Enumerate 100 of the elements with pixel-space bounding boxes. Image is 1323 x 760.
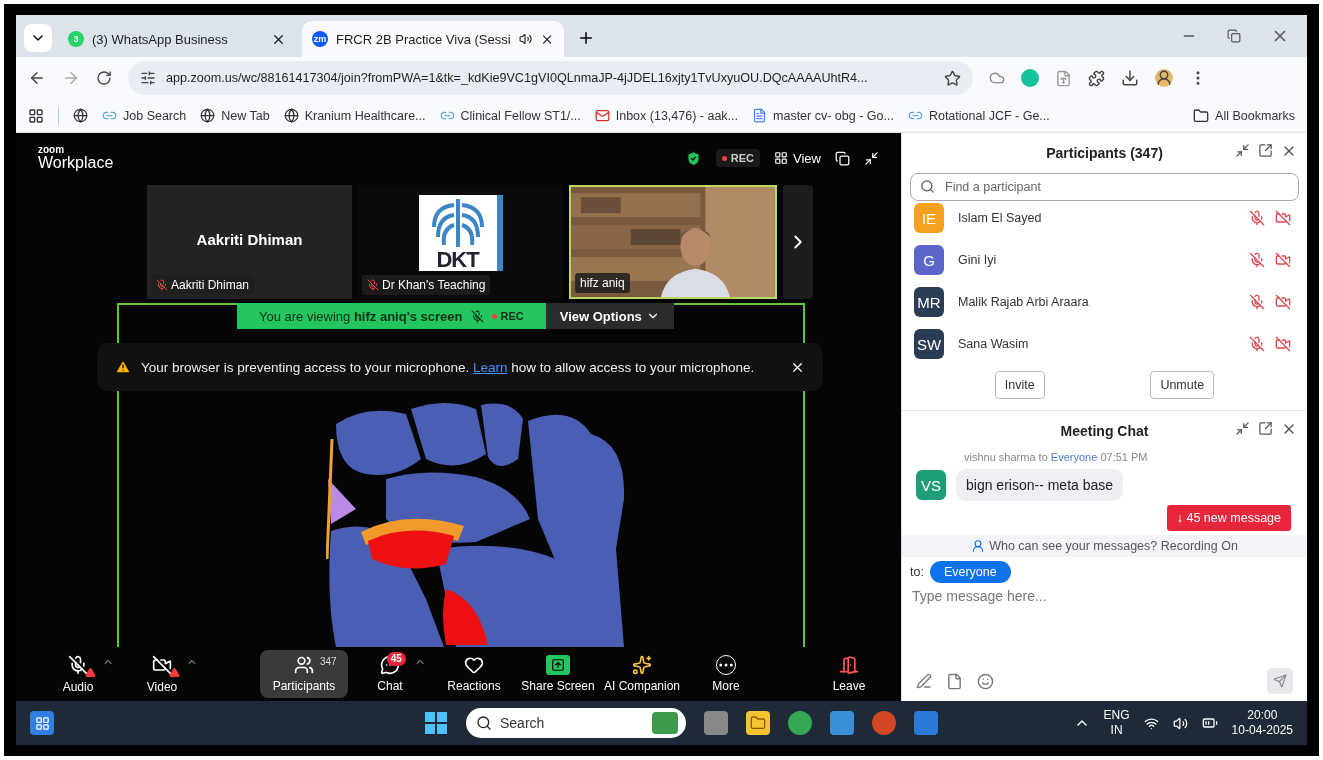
name-label: Aakriti Dhiman [151, 275, 255, 295]
bookmark-link[interactable]: New Tab [200, 108, 270, 123]
minimize-view-icon[interactable] [864, 150, 879, 166]
recording-label: REC [491, 310, 524, 322]
collapse-icon[interactable] [1235, 421, 1250, 436]
unread-badge: 45 [386, 652, 406, 666]
message-bubble: bign erison-- meta base [956, 469, 1124, 501]
person-icon [971, 539, 986, 553]
globe-icon [283, 108, 299, 123]
all-bookmarks-link[interactable]: All Bookmarks [1193, 107, 1295, 124]
panel-title: Meeting Chat [1060, 423, 1149, 439]
browser-tab[interactable]: 3 (3) WhatsApp Business [58, 21, 296, 57]
heart-icon [464, 655, 484, 675]
message-meta: vishnu sharma to Everyone 07:51 PM [963, 451, 1149, 463]
folder-icon [1193, 107, 1210, 124]
participant-count: 347 [320, 656, 337, 667]
browser-tab[interactable]: zm FRCR 2B Practice Viva (Sessi [302, 21, 564, 57]
video-button[interactable]: Video [120, 650, 204, 698]
participant-name: Aakriti Dhiman [196, 230, 303, 248]
file-icon[interactable] [946, 672, 963, 690]
tab-badge: 3 [68, 31, 84, 47]
participants-button[interactable]: 347 Participants [260, 650, 348, 698]
search-field[interactable]: Find a participant [910, 173, 1299, 201]
profile-avatar[interactable] [1155, 69, 1173, 87]
avatar: VS [916, 470, 946, 500]
shield-icon[interactable] [684, 149, 702, 167]
grid-icon [774, 151, 789, 165]
warning-icon [115, 359, 131, 375]
taskbar-search[interactable]: Search [466, 708, 686, 738]
unmute-button[interactable]: Unmute [1150, 371, 1215, 399]
product-name: Workplace [38, 155, 114, 171]
start-icon[interactable] [424, 711, 448, 735]
clock[interactable]: 20:00 10-04-2025 [1231, 708, 1293, 738]
share-screen-icon [546, 655, 570, 675]
back-icon[interactable] [28, 69, 46, 87]
extensions-icon[interactable] [1088, 69, 1105, 87]
reload-icon[interactable] [96, 70, 112, 86]
bookmark-link[interactable]: master cv- obg - Go... [752, 108, 894, 123]
format-icon[interactable] [916, 673, 932, 689]
audio-button[interactable]: Audio [36, 650, 120, 698]
mic-off-icon [68, 655, 88, 675]
to-label: to: [910, 565, 924, 579]
bookmark-link[interactable]: Clinical Fellow ST1/... [439, 108, 581, 123]
logo-text: DKT [436, 249, 479, 271]
globe-icon [73, 108, 88, 123]
door-icon [839, 655, 859, 675]
ai-companion-button[interactable]: AI Companion [600, 650, 684, 698]
document-icon [752, 108, 768, 123]
search-icon [476, 715, 492, 731]
avatar: SW [914, 329, 944, 359]
volume-icon[interactable] [1172, 715, 1188, 731]
logo-wordmark: zoom [38, 145, 66, 155]
battery-icon[interactable] [1201, 715, 1218, 731]
more-button[interactable]: More [684, 650, 768, 698]
document-icon[interactable] [1055, 69, 1072, 87]
bookmark-link[interactable]: Inbox (13,476) - aak... [594, 108, 739, 123]
send-icon [1273, 674, 1287, 688]
view-options-button[interactable]: View Options [545, 303, 674, 329]
plus-icon [577, 29, 595, 47]
pop-out-icon[interactable] [1258, 421, 1273, 436]
bookmark-link[interactable]: Rotational JCF - Ge... [907, 108, 1050, 123]
avatar: IE [914, 203, 944, 233]
folder-icon[interactable] [746, 711, 770, 735]
globe-icon [200, 108, 216, 123]
address-bar[interactable]: app.zoom.us/wc/88161417304/join?fromPWA=1&tk=_kdKie9VC1gVI0QLnmaJP-4jJDEL16xjty1TvUxyuOU.DQcAAAAUhtR4... [128, 61, 973, 95]
view-button[interactable]: View [774, 150, 821, 166]
leave-button[interactable]: Leave [807, 650, 891, 698]
chat-button[interactable]: 45 Chat [348, 650, 432, 698]
new-messages-button[interactable]: ↓ 45 new message [1166, 505, 1291, 531]
invite-button[interactable]: Invite [994, 371, 1045, 399]
banner-text: You are viewing hifz aniq's screen [259, 308, 463, 324]
people-icon [294, 655, 314, 675]
bookmark-link[interactable]: Kranium Healthcare... [283, 108, 426, 123]
participant-name: Islam El Sayed [958, 211, 1043, 225]
apps-icon[interactable] [28, 107, 44, 124]
collapse-icon[interactable] [1235, 143, 1250, 158]
download-icon[interactable] [1121, 69, 1139, 87]
share-button[interactable]: Share Screen [516, 650, 600, 698]
extension-icon[interactable] [989, 70, 1005, 86]
learn-link[interactable]: Learn [472, 359, 508, 375]
picture-in-picture-icon[interactable] [835, 150, 850, 166]
restore-icon[interactable] [1227, 29, 1241, 43]
bookmark-star-icon[interactable] [944, 69, 961, 87]
language-indicator[interactable]: ENG IN [1103, 708, 1130, 738]
bookmark-link[interactable]: Job Search [102, 108, 187, 123]
zoom-favicon: zm [312, 31, 328, 47]
reactions-button[interactable]: Reactions [432, 650, 516, 698]
wifi-icon[interactable] [1143, 715, 1159, 731]
tab-search-button[interactable] [24, 24, 52, 52]
bookmark-link[interactable] [73, 108, 88, 123]
search-icon [920, 179, 935, 194]
pop-out-icon[interactable] [1258, 143, 1273, 158]
send-button[interactable] [1267, 668, 1293, 694]
recipient-pill[interactable]: Everyone [929, 561, 1011, 583]
sparkle-icon [632, 655, 652, 675]
widgets-icon[interactable] [30, 711, 54, 735]
emoji-icon[interactable] [977, 672, 994, 690]
mail-icon [594, 108, 610, 123]
participant-name: Gini Iyi [958, 253, 998, 267]
camera-off-icon [152, 655, 172, 675]
